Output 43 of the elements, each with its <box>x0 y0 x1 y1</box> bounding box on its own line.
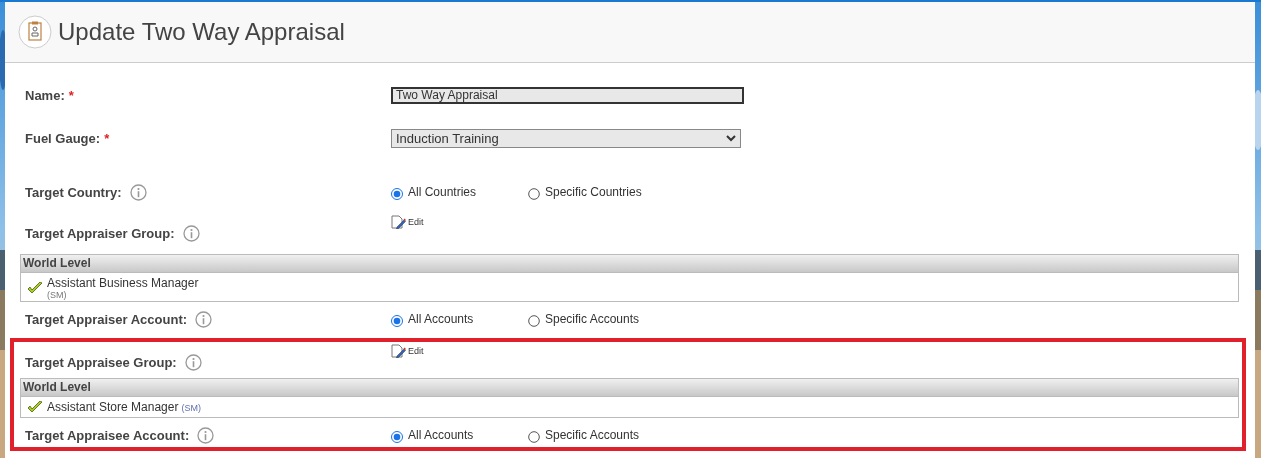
field-label: Target Appraisee Group: <box>25 355 177 370</box>
radio-label: Specific Countries <box>545 184 642 199</box>
radio-label: Specific Accounts <box>545 312 640 326</box>
radio-button[interactable] <box>391 315 403 327</box>
info-icon[interactable] <box>197 426 215 444</box>
table-header: World Level <box>21 379 1238 397</box>
check-icon <box>27 282 43 294</box>
role-code: (SM) <box>181 403 201 413</box>
radio-button[interactable] <box>528 430 540 443</box>
clipboard-icon <box>18 15 52 49</box>
table-header: World Level <box>21 255 1238 273</box>
field-label: Target Appraiser Account: <box>25 312 188 327</box>
info-icon[interactable] <box>182 225 200 242</box>
radio-button[interactable] <box>528 187 540 200</box>
edit-link[interactable]: Edit <box>391 344 424 358</box>
dropdown[interactable]: Induction Training <box>391 128 741 148</box>
check-icon <box>27 401 43 413</box>
info-icon[interactable] <box>129 183 147 201</box>
field-label: Target Country: <box>25 184 122 200</box>
radio-button[interactable] <box>528 315 540 327</box>
radio-label: All Accounts <box>408 427 474 442</box>
edit-link[interactable]: Edit <box>391 215 424 229</box>
page-title: Update Two Way Appraisal <box>58 18 345 46</box>
radio-label: All Countries <box>408 184 477 199</box>
edit-icon <box>391 215 406 229</box>
radio-label: All Accounts <box>408 312 474 326</box>
role-name: Assistant Store Manager <box>47 400 179 414</box>
edit-icon <box>391 344 406 358</box>
role-name: Assistant Business Manager <box>47 276 199 290</box>
caret-icon <box>726 134 736 142</box>
required-mark: * <box>68 87 74 103</box>
info-icon[interactable] <box>184 354 202 371</box>
text-field[interactable]: Two Way Appraisal <box>391 86 744 104</box>
field-label: Target Appraisee Account: <box>25 427 190 443</box>
radio-button[interactable] <box>391 430 403 443</box>
field-label: Fuel Gauge: <box>25 130 101 146</box>
field-label: Name: <box>25 87 65 103</box>
field-label: Target Appraiser Group: <box>25 226 175 241</box>
radio-button[interactable] <box>391 187 403 200</box>
info-icon[interactable] <box>195 311 213 328</box>
role-code: (SM) <box>47 290 68 300</box>
radio-label: Specific Accounts <box>545 427 640 442</box>
required-mark: * <box>104 130 110 146</box>
